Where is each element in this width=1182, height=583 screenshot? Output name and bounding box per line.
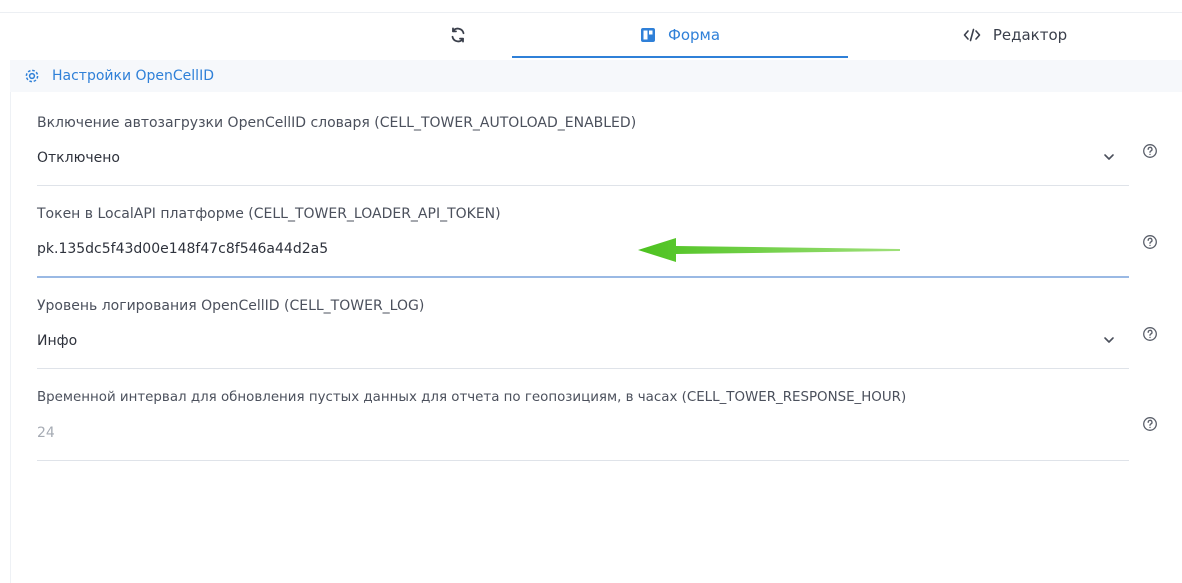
response-hour-placeholder: 24 [37, 425, 55, 441]
code-icon [963, 28, 981, 42]
help-icon[interactable] [1142, 234, 1158, 250]
help-icon[interactable] [1142, 416, 1158, 432]
tab-editor[interactable]: Редактор [850, 12, 1180, 58]
chevron-down-icon[interactable] [1103, 153, 1115, 161]
active-tab-indicator [512, 56, 848, 58]
tab-editor-label: Редактор [992, 26, 1068, 44]
tab-form[interactable]: Форма [512, 12, 848, 58]
help-icon[interactable] [1142, 143, 1158, 159]
autoload-enabled-select[interactable]: Включение автозагрузки OpenCellID словар… [37, 115, 1129, 186]
log-level-value: Инфо [37, 333, 78, 349]
log-level-select[interactable]: Уровень логирования OpenCellID (CELL_TOW… [37, 298, 1129, 369]
api-token-input[interactable]: Токен в LocalAPI платформе (CELL_TOWER_L… [37, 206, 1129, 278]
tab-bar: Форма Редактор [0, 12, 1182, 60]
api-token-label: Токен в LocalAPI платформе (CELL_TOWER_L… [37, 206, 501, 222]
section-left-rule [10, 92, 11, 583]
form-icon [640, 27, 656, 43]
gear-icon [24, 68, 40, 84]
autoload-enabled-label: Включение автозагрузки OpenCellID словар… [37, 115, 637, 131]
response-hour-input[interactable]: Временной интервал для обновления пустых… [37, 390, 1129, 461]
response-hour-label: Временной интервал для обновления пустых… [37, 390, 907, 405]
refresh-icon [449, 26, 467, 44]
chevron-down-icon[interactable] [1103, 336, 1115, 344]
help-icon[interactable] [1142, 326, 1158, 342]
log-level-label: Уровень логирования OpenCellID (CELL_TOW… [37, 298, 425, 314]
api-token-value: pk.135dc5f43d00e148f47c8f546a44d2a5 [37, 241, 329, 257]
tab-refresh[interactable] [400, 12, 515, 58]
annotation-arrow-icon [638, 238, 900, 262]
autoload-enabled-value: Отключено [37, 150, 120, 166]
section-title: Настройки OpenCellID [52, 68, 214, 84]
section-header[interactable]: Настройки OpenCellID [10, 60, 1182, 92]
tab-form-label: Форма [667, 26, 721, 44]
